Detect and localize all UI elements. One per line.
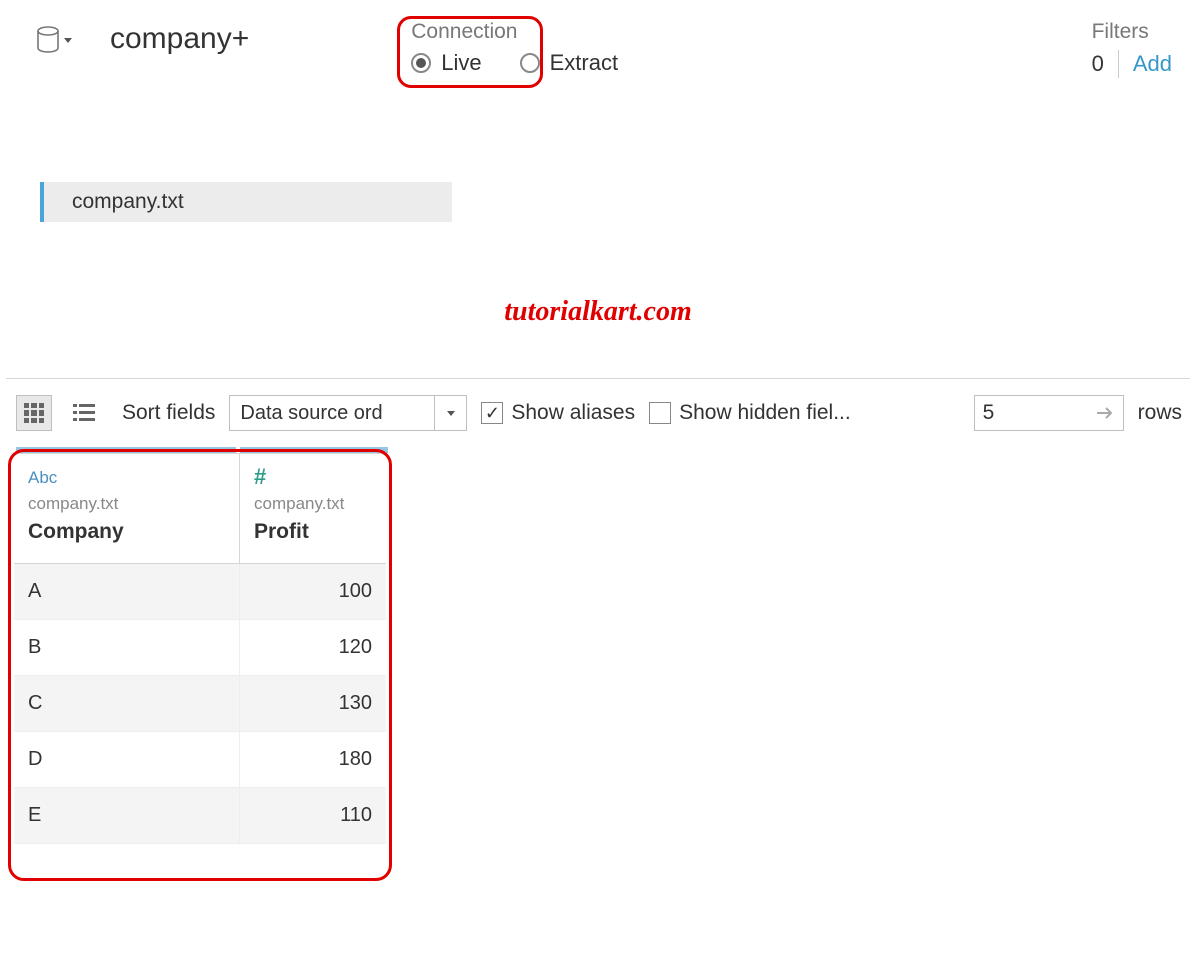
cell-profit: 180 xyxy=(240,732,386,787)
cell-company: E xyxy=(14,788,240,843)
list-icon xyxy=(73,403,95,423)
cell-profit: 130 xyxy=(240,676,386,731)
show-aliases-checkbox[interactable]: ✓ Show aliases xyxy=(481,401,635,425)
rows-count-input[interactable]: 5 xyxy=(974,395,1124,431)
rows-label: rows xyxy=(1138,401,1182,425)
datasource-name[interactable]: company+ xyxy=(110,22,249,56)
cell-company: D xyxy=(14,732,240,787)
column-source: company.txt xyxy=(254,494,372,514)
divider xyxy=(1118,50,1119,78)
radio-selected-icon xyxy=(411,53,431,73)
data-preview-grid: Abc company.txt Company # company.txt Pr… xyxy=(14,453,386,844)
number-type-icon: # xyxy=(254,468,372,490)
cell-profit: 120 xyxy=(240,620,386,675)
checkbox-unchecked-icon xyxy=(649,402,671,424)
grid-icon xyxy=(24,403,44,423)
chevron-down-icon xyxy=(434,396,466,430)
filters-label: Filters xyxy=(1092,20,1172,44)
connection-live-radio[interactable]: Live xyxy=(411,50,481,76)
table-node-label: company.txt xyxy=(72,190,184,214)
show-hidden-fields-checkbox[interactable]: Show hidden fiel... xyxy=(649,401,851,425)
list-view-toggle[interactable] xyxy=(66,395,102,431)
grid-view-toggle[interactable] xyxy=(16,395,52,431)
table-row[interactable]: E110 xyxy=(14,788,386,844)
cell-company: A xyxy=(14,564,240,619)
cell-profit: 110 xyxy=(240,788,386,843)
sort-fields-select[interactable]: Data source ord xyxy=(229,395,467,431)
radio-unselected-icon xyxy=(520,53,540,73)
arrow-right-icon xyxy=(1097,406,1115,420)
string-type-icon: Abc xyxy=(28,468,225,490)
rows-count-value: 5 xyxy=(983,401,995,425)
connection-extract-radio[interactable]: Extract xyxy=(520,50,618,76)
column-selection-tabs xyxy=(16,447,1196,453)
datasource-icon-dropdown[interactable] xyxy=(36,26,72,54)
cell-company: B xyxy=(14,620,240,675)
filters-add-link[interactable]: Add xyxy=(1133,51,1172,77)
column-header-profit[interactable]: # company.txt Profit xyxy=(240,454,386,563)
table-row[interactable]: B120 xyxy=(14,620,386,676)
table-row[interactable]: D180 xyxy=(14,732,386,788)
watermark-text: tutorialkart.com xyxy=(0,296,1196,328)
column-name: Profit xyxy=(254,520,372,544)
database-icon xyxy=(36,26,60,54)
show-hidden-fields-label: Show hidden fiel... xyxy=(679,401,851,425)
show-aliases-label: Show aliases xyxy=(511,401,635,425)
chevron-down-icon xyxy=(64,38,72,43)
table-node-company[interactable]: company.txt xyxy=(40,182,452,222)
connection-label: Connection xyxy=(411,20,618,44)
checkbox-checked-icon: ✓ xyxy=(481,402,503,424)
connection-extract-label: Extract xyxy=(550,50,618,76)
cell-company: C xyxy=(14,676,240,731)
table-row[interactable]: A100 xyxy=(14,564,386,620)
column-source: company.txt xyxy=(28,494,225,514)
filters-count: 0 xyxy=(1092,51,1104,77)
column-header-company[interactable]: Abc company.txt Company xyxy=(14,454,240,563)
column-name: Company xyxy=(28,520,225,544)
table-row[interactable]: C130 xyxy=(14,676,386,732)
cell-profit: 100 xyxy=(240,564,386,619)
sort-fields-label: Sort fields xyxy=(122,401,215,425)
connection-live-label: Live xyxy=(441,50,481,76)
sort-fields-value: Data source ord xyxy=(230,402,434,425)
